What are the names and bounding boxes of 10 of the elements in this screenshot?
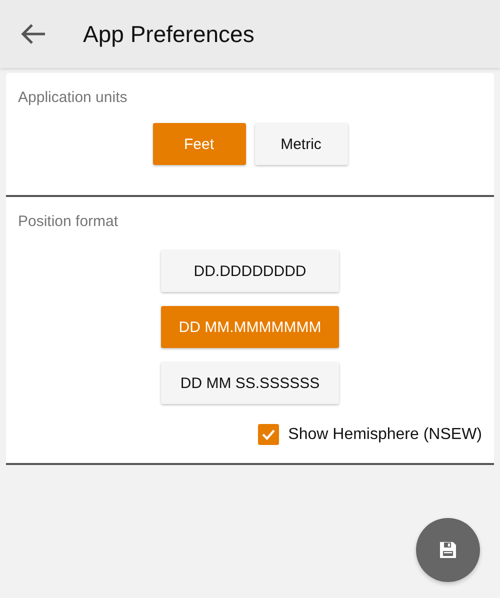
option-button[interactable]: Metric [254, 123, 348, 165]
option-button[interactable]: DD MM SS.SSSSSS [161, 362, 339, 404]
back-arrow-icon[interactable] [20, 23, 46, 45]
checkbox[interactable] [258, 424, 280, 445]
screen-title: App Preferences [83, 20, 254, 48]
checkbox-label[interactable]: Show Hemisphere (NSEW) [288, 426, 482, 444]
save-button[interactable] [416, 518, 480, 582]
section-title: Position format [18, 213, 120, 230]
option-button[interactable]: DD.DDDDDDDD [161, 250, 339, 292]
section-title: Application units [18, 89, 128, 106]
